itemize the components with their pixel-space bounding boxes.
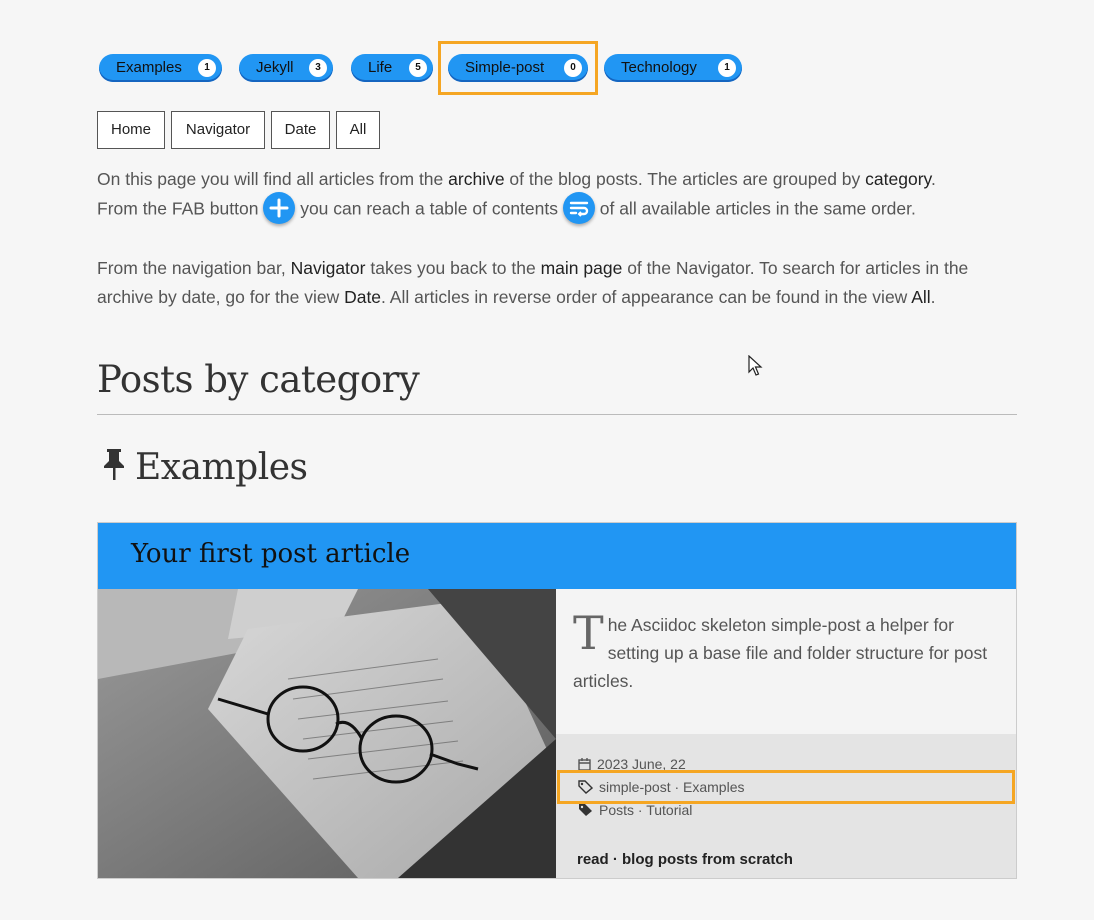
glasses-on-notepad-image: [98, 589, 556, 878]
toc-wrap-icon[interactable]: [562, 191, 595, 224]
excerpt-text: he Asciidoc skeleton simple-post a helpe…: [573, 615, 988, 691]
text: you can reach a table of contents: [295, 198, 563, 219]
intro-paragraph-1: On this page you will find all articles …: [97, 165, 1017, 226]
text: On this page you will find all articles …: [97, 169, 449, 189]
plus-icon[interactable]: [263, 191, 296, 224]
category-title: Examples: [135, 447, 308, 488]
tag-label: Jekyll: [256, 59, 294, 76]
dropcap: T: [573, 606, 604, 660]
text: .: [930, 169, 936, 189]
text: .: [930, 286, 936, 307]
card-title[interactable]: Your first post article: [131, 539, 410, 569]
text-all: All: [911, 286, 931, 307]
tag-pill-examples[interactable]: Examples 1: [99, 54, 222, 82]
card-header: Your first post article: [98, 523, 1016, 589]
tag-label: Life: [368, 59, 393, 76]
text: From the navigation bar,: [97, 258, 291, 278]
tag-count-badge: 5: [409, 59, 427, 77]
text: . All articles in reverse order of appea…: [381, 286, 912, 307]
text-main-page: main page: [540, 258, 623, 278]
text: of the blog posts. The articles are grou…: [504, 169, 866, 189]
text: of all available articles in the same or…: [594, 198, 916, 219]
card-image: [98, 589, 556, 878]
tag-count-badge: 1: [718, 59, 736, 77]
nav-date-button[interactable]: Date: [271, 111, 330, 149]
category-heading: Examples: [101, 447, 308, 488]
text-navigator: Navigator: [290, 258, 366, 278]
tag-label: Examples: [116, 59, 182, 76]
text-archive: archive: [448, 169, 505, 189]
tag-pill-jekyll[interactable]: Jekyll 3: [239, 54, 333, 82]
nav-navigator-button[interactable]: Navigator: [171, 111, 265, 149]
text: takes you back to the: [365, 258, 541, 278]
text: From the FAB button: [97, 198, 264, 219]
text-date: Date: [344, 286, 382, 307]
nav-home-button[interactable]: Home: [97, 111, 165, 149]
tag-count-badge: 3: [309, 59, 327, 77]
tag-solid-icon: [579, 804, 592, 816]
page-heading: Posts by category: [97, 358, 420, 401]
categories-text[interactable]: Posts · Tutorial: [599, 802, 692, 818]
highlight-box-simple-post: [438, 41, 598, 95]
nav-all-button[interactable]: All: [336, 111, 380, 149]
text-category: category: [865, 169, 931, 189]
tag-count-badge: 1: [198, 59, 216, 77]
read-link[interactable]: read · blog posts from scratch: [577, 851, 793, 868]
mouse-cursor-icon: [748, 355, 763, 376]
heading-divider: [97, 414, 1017, 415]
card-excerpt: The Asciidoc skeleton simple-post a help…: [573, 606, 993, 695]
tag-pill-technology[interactable]: Technology 1: [604, 54, 742, 82]
post-categories[interactable]: Posts · Tutorial: [578, 802, 692, 818]
intro-paragraph-2: From the navigation bar, Navigator takes…: [97, 254, 1017, 311]
pin-icon: [104, 449, 124, 480]
tag-pill-life[interactable]: Life 5: [351, 54, 433, 82]
card-meta: 2023 June, 22 simple-post · Examples Pos…: [556, 734, 1016, 878]
post-card[interactable]: Your first post article T he Asciidoc sk…: [97, 522, 1017, 879]
tag-label: Technology: [621, 59, 697, 76]
highlight-box-tags: [557, 770, 1015, 804]
card-excerpt-area: The Asciidoc skeleton simple-post a help…: [556, 589, 1016, 735]
